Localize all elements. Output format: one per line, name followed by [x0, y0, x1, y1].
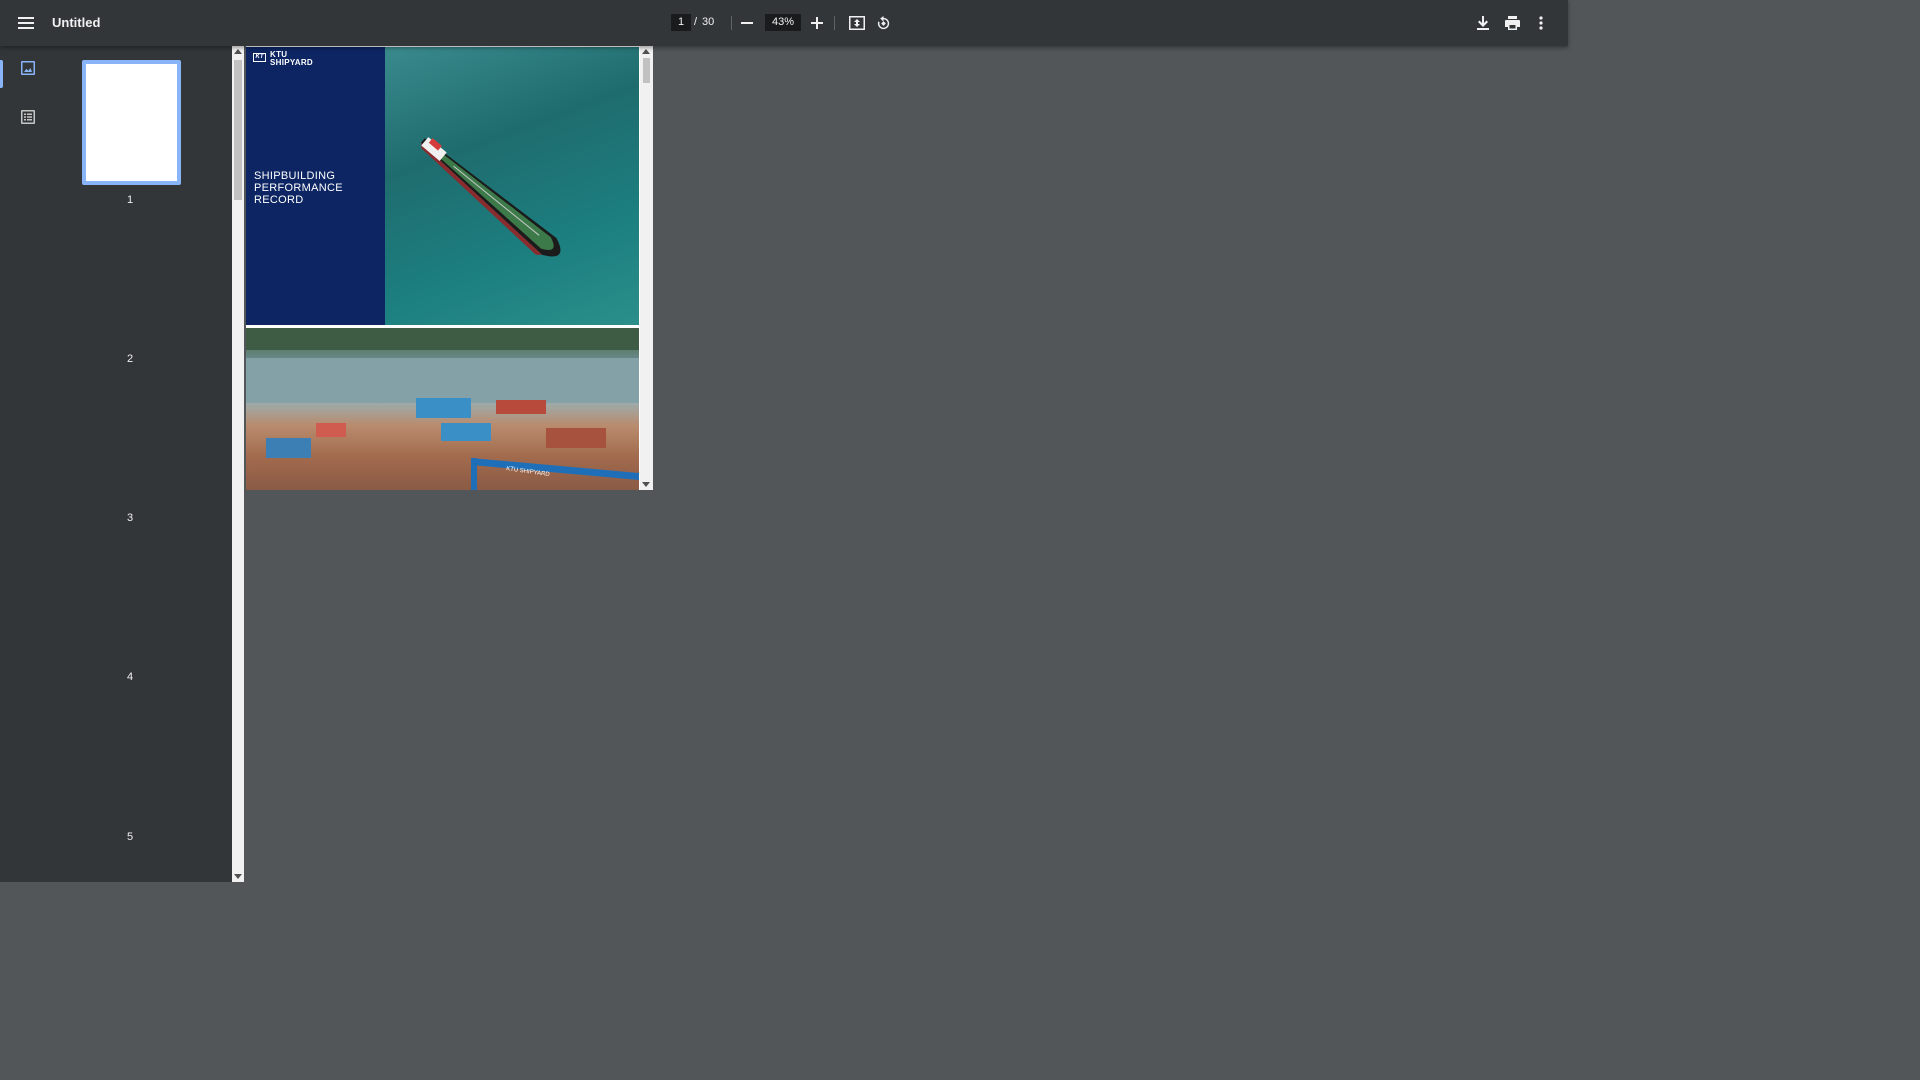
ktu-logo-mark: KT — [253, 53, 266, 62]
document-scroll-thumb[interactable] — [643, 58, 650, 83]
download-icon[interactable] — [1469, 9, 1497, 37]
zoom-input[interactable] — [765, 14, 801, 31]
thumbnail-label: 1 — [126, 194, 134, 206]
page-thumbnail[interactable] — [82, 60, 181, 185]
thumbnails-tab[interactable] — [0, 50, 56, 90]
thumbnail-sidebar: 1 2 3 4 5 — [0, 46, 232, 882]
cover-ship-photo — [385, 47, 639, 325]
sidebar-scrollbar[interactable] — [232, 46, 244, 882]
cover-blue-panel: KT KTU SHIPYARD SHIPBUILDING PERFORMANCE… — [246, 47, 385, 325]
page-separator: / — [694, 16, 698, 28]
page-number-input[interactable] — [671, 14, 691, 31]
toolbar-divider — [731, 16, 732, 30]
cover-title-line: RECORD — [254, 194, 304, 206]
scroll-up-arrow-icon[interactable] — [642, 49, 650, 54]
pdf-page-1: KT KTU SHIPYARD SHIPBUILDING PERFORMANCE… — [246, 47, 639, 325]
outline-tab[interactable] — [0, 99, 56, 139]
menu-icon[interactable] — [12, 9, 40, 37]
thumbnail-label: 4 — [126, 671, 134, 683]
zoom-out-icon[interactable] — [733, 9, 761, 37]
sidebar-scroll-thumb[interactable] — [234, 60, 242, 200]
rotate-icon[interactable] — [869, 9, 897, 37]
pdf-toolbar: Untitled / 30 — [0, 0, 1568, 46]
cover-title-line: PERFORMANCE — [254, 182, 343, 194]
list-icon — [21, 109, 35, 129]
toolbar-divider — [834, 16, 835, 30]
pdf-page-2: KTU SHIPYARD — [246, 328, 639, 490]
document-viewer[interactable]: KT KTU SHIPYARD SHIPBUILDING PERFORMANCE… — [246, 46, 653, 490]
thumbnail-label: 5 — [126, 831, 134, 843]
page-total: 30 — [702, 16, 715, 28]
logo-text-line-2: SHIPYARD — [270, 58, 314, 67]
page-thumbnail[interactable] — [82, 540, 181, 665]
fit-page-icon[interactable] — [843, 9, 871, 37]
document-scrollbar[interactable] — [640, 46, 653, 490]
thumbnail-label: 2 — [126, 353, 134, 365]
image-icon — [21, 60, 35, 80]
page-thumbnail[interactable] — [82, 380, 181, 505]
scroll-down-arrow-icon[interactable] — [234, 874, 242, 879]
print-icon[interactable] — [1498, 9, 1526, 37]
more-icon[interactable] — [1527, 9, 1555, 37]
page-thumbnail[interactable] — [82, 220, 181, 345]
document-title: Untitled — [52, 15, 101, 30]
scroll-down-arrow-icon[interactable] — [642, 482, 650, 487]
page-thumbnail[interactable] — [82, 700, 181, 825]
scroll-up-arrow-icon[interactable] — [234, 49, 242, 54]
thumbnail-label: 3 — [126, 512, 134, 524]
cover-title-line: SHIPBUILDING — [254, 170, 336, 182]
zoom-in-icon[interactable] — [803, 9, 831, 37]
